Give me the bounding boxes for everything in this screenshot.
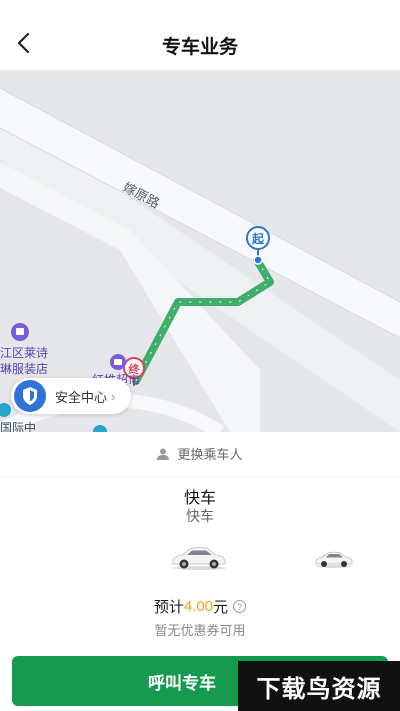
poi-store-line2: 琳服装店 (0, 362, 48, 376)
safety-center-button[interactable]: 安全中心 › (11, 378, 131, 414)
price-value: 4.00 (183, 598, 214, 615)
price-estimate: 预计 4.00 元 ? (0, 596, 400, 617)
page-title: 专车业务 (161, 37, 238, 58)
watermark-text: 下载鸟资源 (256, 675, 382, 703)
car-type-name[interactable]: 快车 (0, 484, 400, 508)
help-icon[interactable]: ? (233, 600, 247, 613)
change-rider-button[interactable]: 更换乘车人 (0, 444, 400, 463)
poi-left-partial: 国际中 (0, 420, 36, 432)
divider (0, 476, 400, 477)
change-rider-label: 更换乘车人 (177, 447, 243, 462)
car-large-icon[interactable] (170, 544, 228, 570)
start-point (253, 255, 263, 265)
price-prefix: 预计 (153, 599, 184, 616)
chevron-right-icon: › (111, 388, 116, 404)
watermark-logo: 下载鸟资源 (238, 661, 400, 711)
start-marker-label: 起 (251, 231, 265, 246)
car-small-icon[interactable] (314, 550, 354, 568)
top-bar: 专车业务 (0, 0, 400, 70)
poi-store-line1: 江区莱诗 (0, 346, 48, 360)
person-icon (157, 448, 170, 460)
call-car-label: 呼叫专车 (148, 673, 216, 693)
shield-icon (14, 380, 46, 412)
coupon-status: 暂无优惠券可用 (154, 623, 246, 638)
price-unit: 元 (213, 599, 229, 616)
car-type-subtitle: 快车 (186, 508, 214, 524)
safety-center-label: 安全中心 (55, 389, 108, 405)
